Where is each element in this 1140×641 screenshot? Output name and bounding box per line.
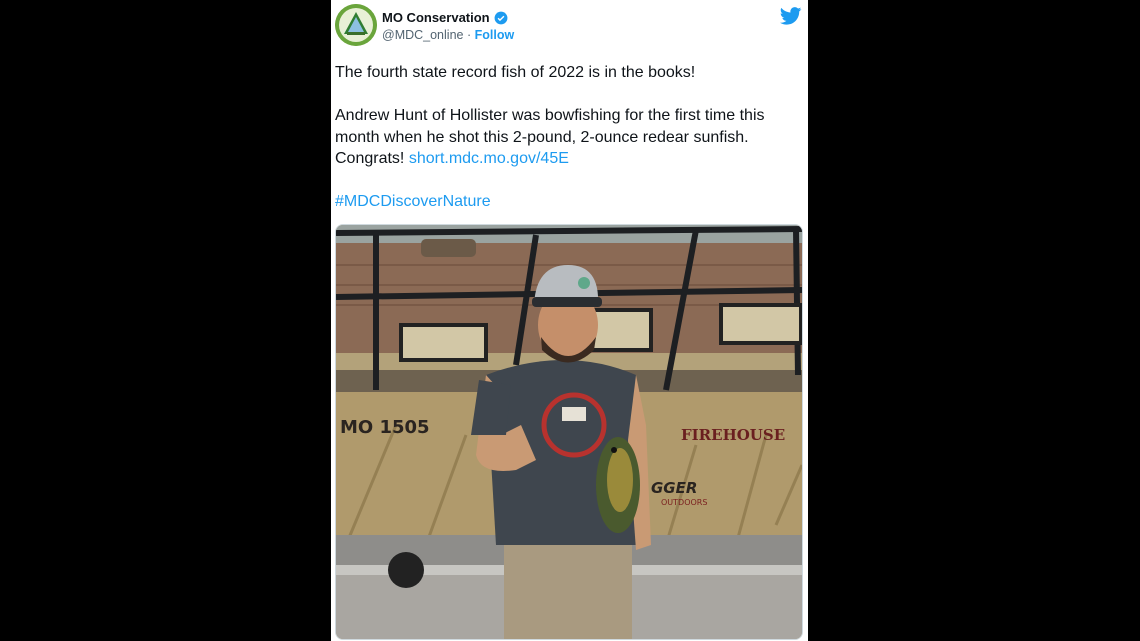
short-link[interactable]: short.mdc.mo.gov/45E <box>409 150 569 167</box>
display-name[interactable]: MO Conservation <box>382 10 490 25</box>
twitter-bird-icon[interactable] <box>780 7 802 25</box>
boat-registration: MO 1505 <box>340 417 430 438</box>
tweet-paragraph-1: The fourth state record fish of 2022 is … <box>335 64 696 81</box>
verified-badge-icon <box>494 11 508 24</box>
tweet-text: The fourth state record fish of 2022 is … <box>335 62 801 213</box>
hashtag-link[interactable]: #MDCDiscoverNature <box>335 193 491 210</box>
boat-maker-sub: OUTDOORS <box>661 498 707 507</box>
boat-maker: GGER <box>651 479 697 497</box>
separator: · <box>466 28 472 42</box>
avatar[interactable] <box>335 4 377 46</box>
photo-illustration: MO 1505 FIREHOUSE GGER OUTDOORS <box>336 225 802 639</box>
tweet-photo[interactable]: MO 1505 FIREHOUSE GGER OUTDOORS <box>335 224 803 640</box>
handle[interactable]: @MDC_online <box>382 28 463 42</box>
display-name-row: MO Conservation <box>382 10 508 25</box>
mdc-logo-icon <box>335 4 377 46</box>
tweet-card: MO Conservation @MDC_online · Follow The… <box>331 0 808 641</box>
handle-row: @MDC_online · Follow <box>382 28 514 42</box>
tweet-paragraph-2: Andrew Hunt of Hollister was bowfishing … <box>335 105 801 170</box>
tweet-paragraph-3: #MDCDiscoverNature <box>335 191 801 213</box>
boat-brand: FIREHOUSE <box>681 426 785 444</box>
follow-button[interactable]: Follow <box>475 28 515 42</box>
